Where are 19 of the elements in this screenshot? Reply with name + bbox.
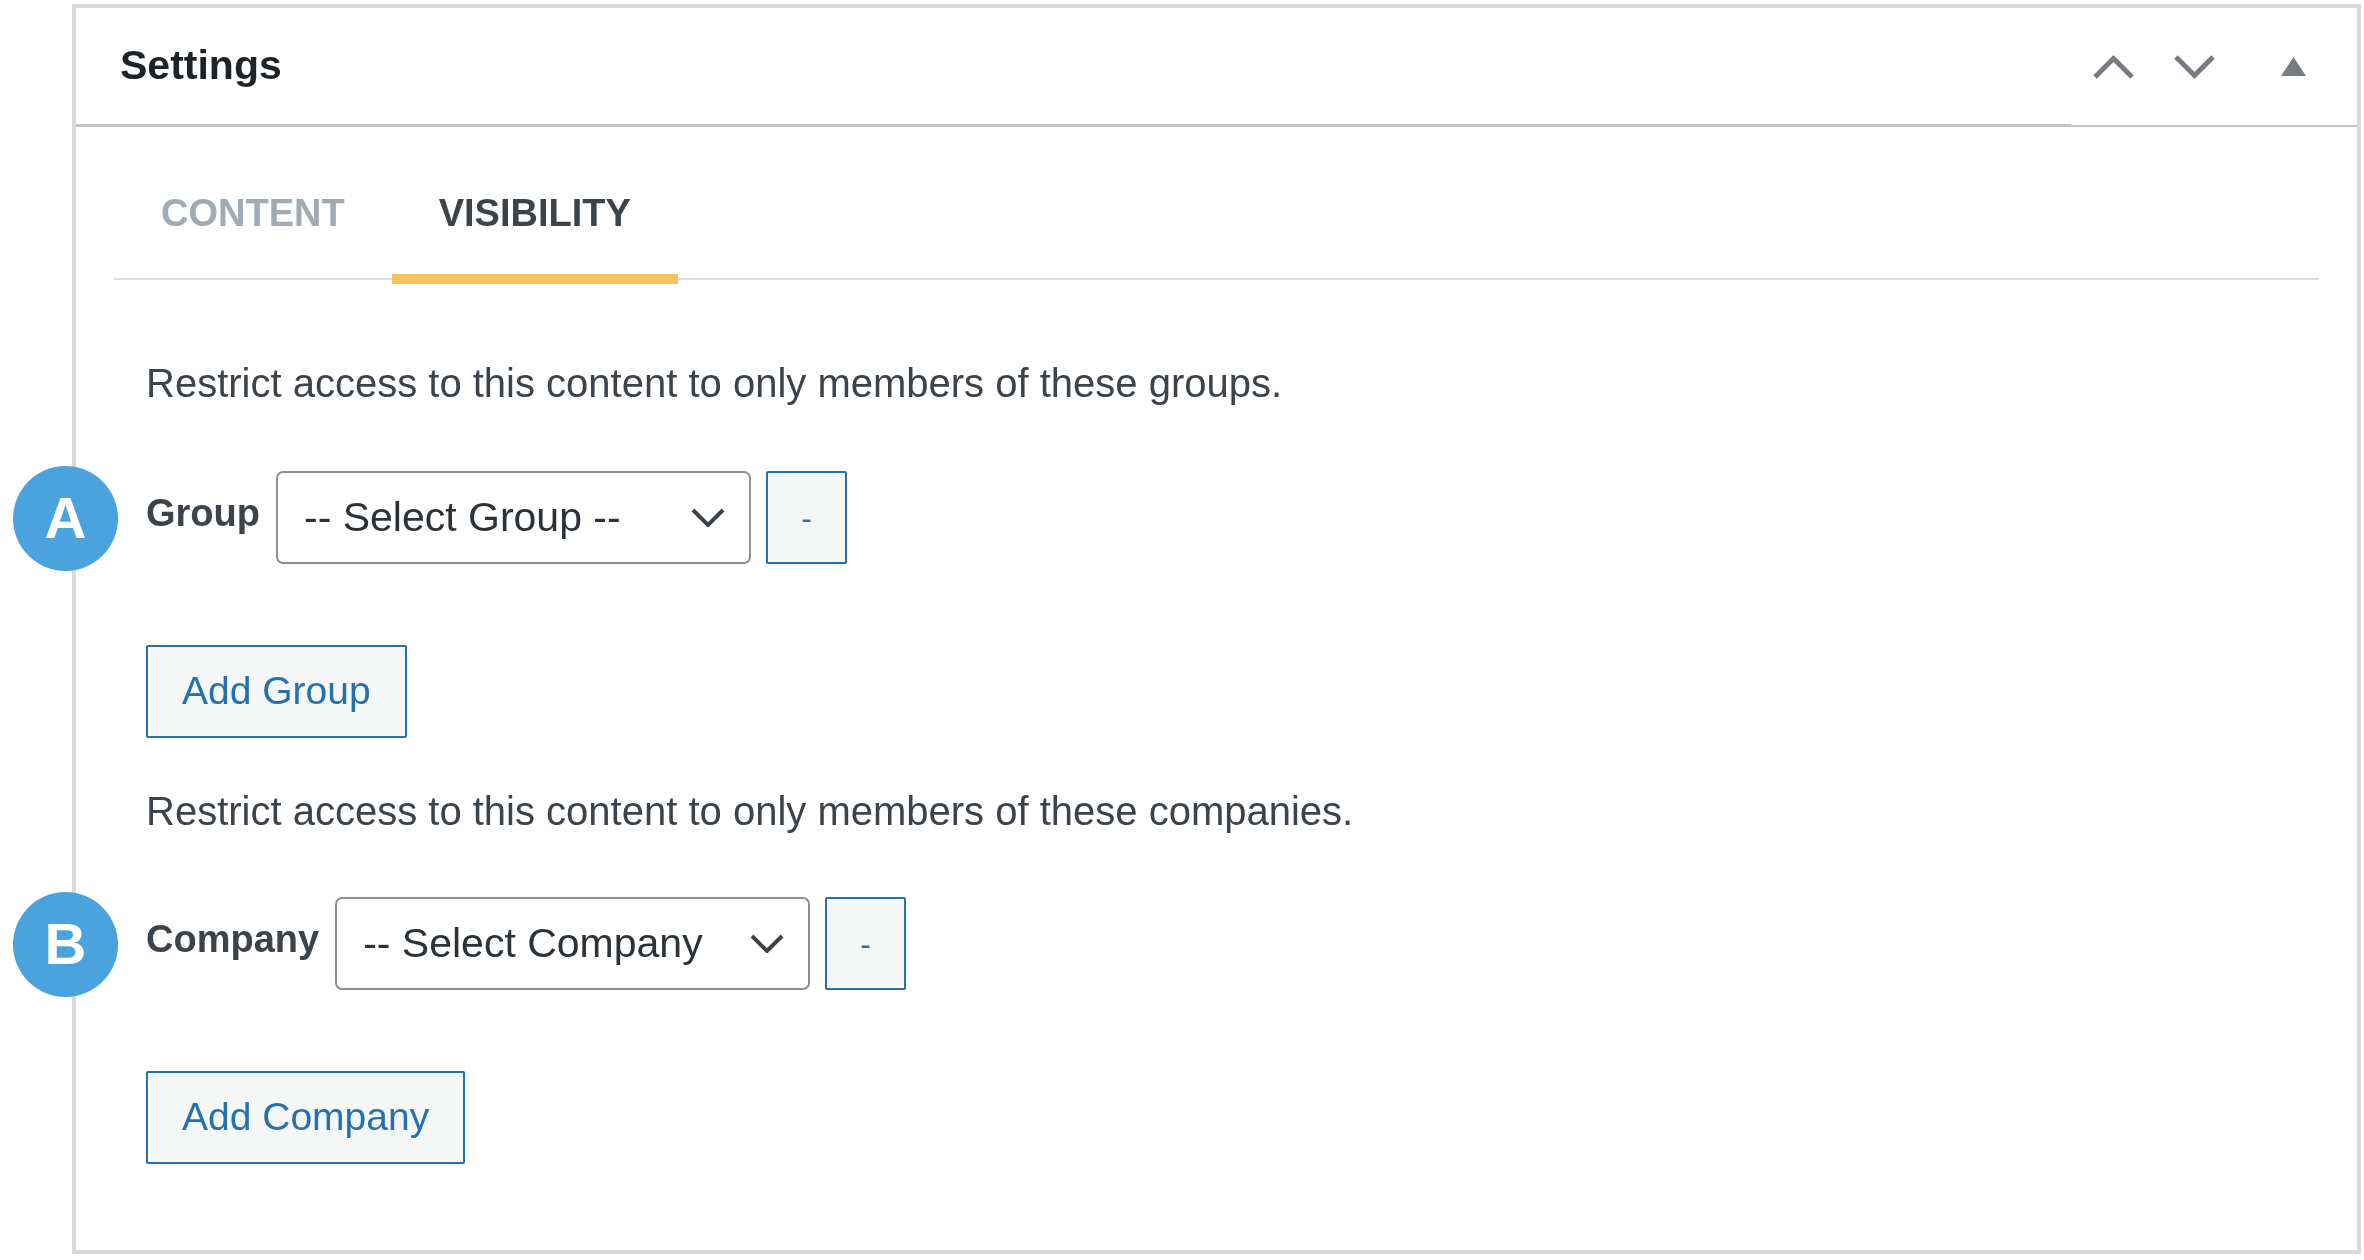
remove-button[interactable]: - [825,897,907,990]
select-dropdown[interactable]: -- Select Group -- [276,471,751,564]
callout-marker: A [13,465,118,571]
chevron-up-icon[interactable] [2092,53,2135,80]
callout-marker: B [13,891,118,997]
triangle-up-icon[interactable] [2281,57,2306,76]
add-button[interactable]: Add Company [146,1071,466,1164]
field-label: Company [146,917,320,962]
field-label: Group [146,491,260,536]
description-text: Restrict access to this content to only members of these groups. [146,360,1284,407]
tab[interactable]: VISIBILITY [391,127,678,284]
panel-title: Settings [120,41,282,91]
chevron-down-icon[interactable] [2173,53,2216,80]
remove-button[interactable]: - [766,471,847,564]
description-text: Restrict access to this content to only members of these companies. [146,788,1355,835]
chevron-down-icon [691,508,725,527]
select-dropdown[interactable]: -- Select Company [335,897,811,990]
add-button[interactable]: Add Group [146,645,407,738]
chevron-down-icon [750,934,785,953]
